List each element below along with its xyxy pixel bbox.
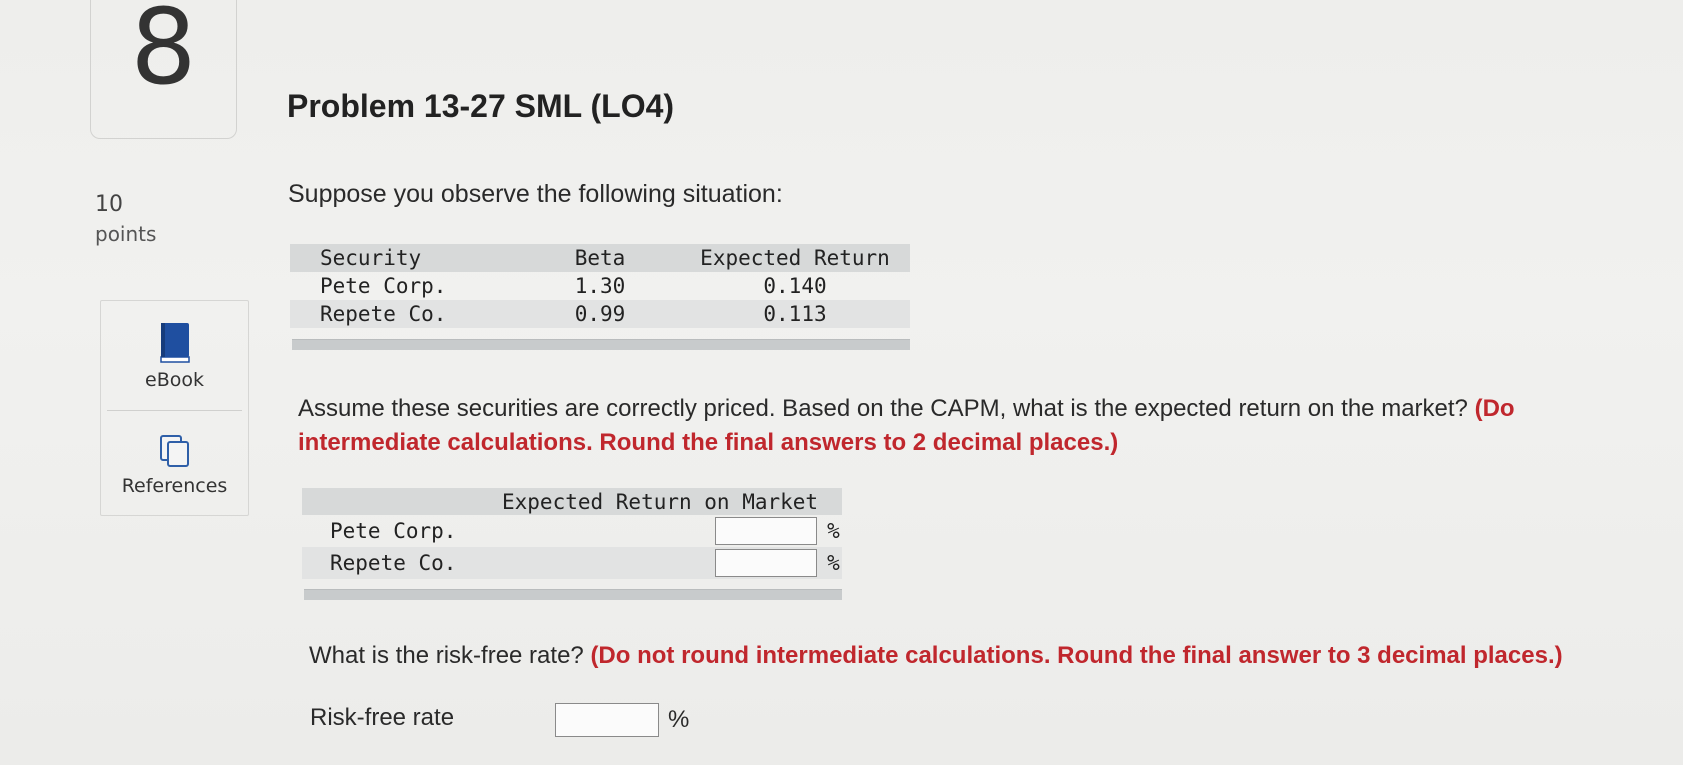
answer-row: Pete Corp. %	[302, 515, 842, 547]
cell-beta: 0.99	[520, 300, 680, 328]
question-2-instruction: (Do not round intermediate calculations.…	[590, 642, 1563, 669]
risk-free-rate-label: Risk-free rate	[310, 704, 455, 731]
points-value: 10	[95, 192, 123, 217]
question-2-text: What is the risk-free rate? (Do not roun…	[309, 642, 1563, 670]
table-row: Pete Corp. 1.30 0.140	[290, 272, 910, 300]
repete-co-market-return-input[interactable]	[715, 549, 817, 577]
ebook-label: eBook	[145, 369, 204, 391]
security-data-table: Security Beta Expected Return Pete Corp.…	[290, 244, 910, 328]
question-number-box: 8	[90, 0, 237, 139]
answer-row: Repete Co. %	[302, 547, 842, 579]
question-1-instruction-end: intermediate calculations. Round the fin…	[298, 429, 1119, 456]
table-footer-bar	[292, 339, 910, 350]
market-return-answer-table: Expected Return on Market Pete Corp. % R…	[302, 488, 842, 579]
problem-title: Problem 13-27 SML (LO4)	[287, 88, 675, 124]
percent-unit: %	[825, 547, 842, 579]
risk-free-percent-unit: %	[668, 706, 690, 733]
sidebar-divider	[107, 410, 242, 411]
points-label: points	[95, 222, 157, 246]
table-row: Repete Co. 0.99 0.113	[290, 300, 910, 328]
answer-header: Expected Return on Market	[302, 488, 842, 515]
header-security: Security	[290, 244, 520, 272]
references-label: References	[121, 475, 228, 497]
cell-security: Pete Corp.	[320, 274, 447, 298]
answer-row-label: Pete Corp.	[330, 519, 457, 543]
answer-header-row: Expected Return on Market	[302, 488, 842, 515]
cell-expected-return: 0.113	[680, 300, 910, 328]
header-expected-return: Expected Return	[680, 244, 910, 272]
cell-beta: 1.30	[574, 274, 626, 298]
question-1-instruction-start: (Do	[1474, 395, 1515, 422]
ebook-button[interactable]: eBook	[101, 321, 248, 391]
risk-free-rate-input[interactable]	[555, 703, 659, 737]
cell-security: Repete Co.	[290, 300, 520, 328]
problem-intro: Suppose you observe the following situat…	[288, 180, 783, 208]
question-1-text: Assume these securities are correctly pr…	[298, 392, 1683, 460]
question-1-prompt: Assume these securities are correctly pr…	[298, 395, 1468, 422]
answer-table-footer-bar	[304, 589, 842, 600]
question-number: 8	[130, 0, 197, 108]
table-header-row: Security Beta Expected Return	[290, 244, 910, 272]
pete-corp-market-return-input[interactable]	[715, 517, 817, 545]
resources-panel: eBook References	[100, 300, 249, 516]
percent-unit: %	[827, 519, 840, 543]
references-button[interactable]: References	[101, 431, 248, 497]
question-2-prompt: What is the risk-free rate?	[309, 642, 584, 669]
copy-pages-icon	[159, 435, 189, 467]
cell-expected-return: 0.140	[763, 274, 827, 298]
header-beta: Beta	[520, 244, 680, 272]
book-icon	[159, 323, 190, 363]
answer-row-label: Repete Co.	[302, 547, 715, 579]
